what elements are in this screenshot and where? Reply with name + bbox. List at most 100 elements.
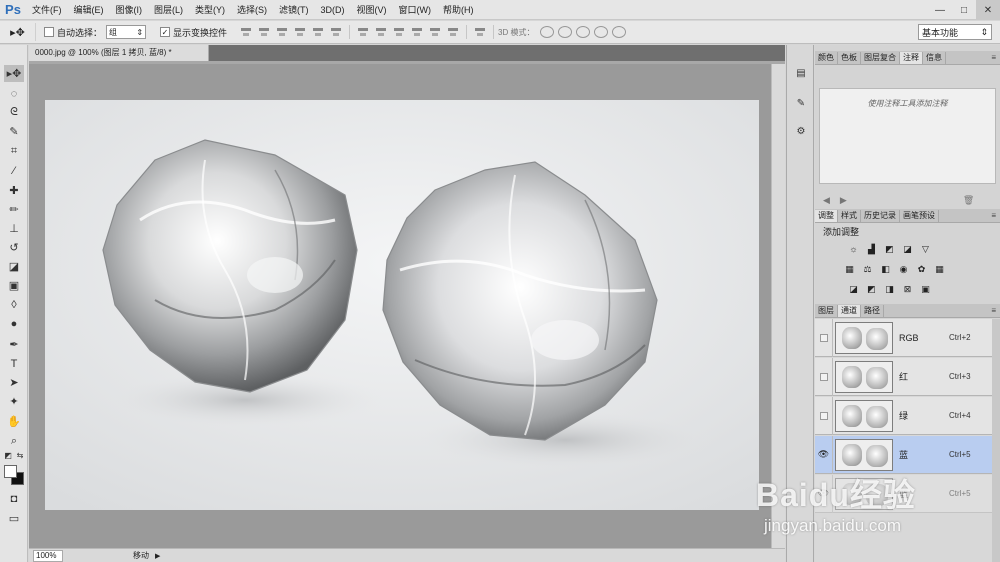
tab-layer-comps[interactable]: 图层复合 [861,52,900,64]
distribute-top-icon[interactable] [356,26,370,38]
distribute-right-icon[interactable] [446,26,460,38]
tab-layers[interactable]: 图层 [815,305,838,317]
brightness-contrast-icon[interactable]: ☼ [847,243,860,255]
posterize-icon[interactable]: ◩ [865,283,878,295]
eyedropper-tool-icon[interactable]: ⁄ [4,162,24,179]
menu-3d[interactable]: 3D(D) [315,5,351,15]
clone-stamp-tool-icon[interactable]: ⊥ [4,220,24,237]
align-hcenter-icon[interactable] [311,26,325,38]
delete-note-icon[interactable]: 🗑 [963,195,974,206]
exposure-icon[interactable]: ◪ [901,243,914,255]
close-button[interactable]: ✕ [976,0,1000,20]
distribute-left-icon[interactable] [410,26,424,38]
eraser-tool-icon[interactable]: ◪ [4,258,24,275]
auto-select-dropdown[interactable]: 组 ⇕ [106,25,147,39]
tab-info[interactable]: 信息 [923,52,946,64]
panel-menu-icon[interactable]: ≡ [991,53,996,62]
next-note-icon[interactable]: ▶ [840,195,847,206]
status-menu-arrow-icon[interactable]: ▶ [155,552,160,560]
visibility-toggle[interactable]: 👁 [815,435,833,474]
workspace-dropdown[interactable]: 基本功能 ⇕ [918,24,992,40]
panel-menu-icon[interactable]: ≡ [991,306,996,315]
gradient-map-icon[interactable]: ▣ [919,283,932,295]
default-colors-icon[interactable]: ◩ [2,449,14,461]
hue-saturation-icon[interactable]: ▦ [843,263,856,275]
gradient-tool-icon[interactable]: ▣ [4,277,24,294]
vibrance-icon[interactable]: ▽ [919,243,932,255]
distribute-bottom-icon[interactable] [392,26,406,38]
menu-window[interactable]: 窗口(W) [393,3,438,16]
tab-styles[interactable]: 样式 [838,210,861,222]
visibility-toggle[interactable] [815,318,833,357]
menu-select[interactable]: 选择(S) [231,3,273,16]
foreground-color-swatch[interactable] [4,465,17,478]
panel-menu-icon[interactable]: ≡ [991,211,996,220]
shape-tool-icon[interactable]: ✦ [4,393,24,410]
channels-scrollbar[interactable] [992,319,1000,562]
history-brush-tool-icon[interactable]: ↺ [4,239,24,256]
path-select-tool-icon[interactable]: ➤ [4,374,24,391]
roll-3d-icon[interactable] [558,26,573,38]
zoom-level-field[interactable]: 100% [33,549,63,562]
menu-layer[interactable]: 图层(L) [148,3,189,16]
tab-color[interactable]: 颜色 [815,52,838,64]
channel-mixer-icon[interactable]: ✿ [915,263,928,275]
tab-brush-presets[interactable]: 画笔预设 [900,210,939,222]
channel-row-rgb[interactable]: RGB Ctrl+2 [815,318,1000,357]
tab-adjustments[interactable]: 调整 [815,210,838,222]
menu-file[interactable]: 文件(F) [26,3,68,16]
prev-note-icon[interactable]: ◀ [823,195,830,206]
align-bottom-icon[interactable] [275,26,289,38]
menu-image[interactable]: 图像(I) [110,3,149,16]
properties-panel-icon[interactable]: ⚙ [791,121,811,141]
minimize-button[interactable]: — [928,0,952,20]
marquee-tool-icon[interactable]: ◌ [4,85,24,102]
show-transform-checkbox[interactable]: ✓ [160,27,171,37]
invert-icon[interactable]: ◪ [847,283,860,295]
brush-panel-icon[interactable]: ✎ [791,93,811,113]
scale-3d-icon[interactable] [612,26,627,38]
photo-filter-icon[interactable]: ◉ [897,263,910,275]
swap-colors-icon[interactable]: ⇆ [14,449,26,461]
move-tool-icon[interactable]: ▸✥ [4,65,24,82]
black-white-icon[interactable]: ◧ [879,263,892,275]
menu-view[interactable]: 视图(V) [351,3,393,16]
align-left-icon[interactable] [293,26,307,38]
color-balance-icon[interactable]: ⚖ [861,263,874,275]
brush-tool-icon[interactable]: ✏ [4,201,24,218]
quick-select-tool-icon[interactable]: ✎ [4,123,24,140]
channel-row-green[interactable]: 绿 Ctrl+4 [815,396,1000,435]
image-canvas[interactable] [45,100,759,510]
visibility-toggle[interactable] [815,396,833,435]
pen-tool-icon[interactable]: ✒ [4,336,24,353]
move-tool-preset-icon[interactable]: ▸✥ [0,23,36,41]
auto-align-icon[interactable] [473,26,487,38]
crop-tool-icon[interactable]: ⌗ [4,143,24,160]
healing-brush-tool-icon[interactable]: ✚ [4,182,24,199]
distribute-hcenter-icon[interactable] [428,26,442,38]
quick-mask-icon[interactable]: ◘ [4,490,24,507]
dodge-tool-icon[interactable]: ● [4,315,24,332]
menu-type[interactable]: 类型(Y) [189,3,231,16]
tab-channels[interactable]: 通道 [838,305,861,317]
distribute-vcenter-icon[interactable] [374,26,388,38]
align-right-icon[interactable] [329,26,343,38]
color-lookup-icon[interactable]: ▦ [933,263,946,275]
tab-swatches[interactable]: 色板 [838,52,861,64]
history-panel-icon[interactable]: ▤ [791,63,811,83]
menu-edit[interactable]: 编辑(E) [68,3,110,16]
rotate-3d-icon[interactable] [540,26,555,38]
maximize-button[interactable]: □ [952,0,976,20]
zoom-tool-icon[interactable]: ⌕ [4,433,24,450]
hand-tool-icon[interactable]: ✋ [4,413,24,430]
channel-row-red[interactable]: 红 Ctrl+3 [815,357,1000,396]
lasso-tool-icon[interactable]: ᘓ [4,104,24,121]
type-tool-icon[interactable]: T [4,355,24,372]
blur-tool-icon[interactable]: ◊ [4,296,24,313]
align-vcenter-icon[interactable] [257,26,271,38]
curves-icon[interactable]: ◩ [883,243,896,255]
selective-color-icon[interactable]: ⊠ [901,283,914,295]
align-top-icon[interactable] [239,26,253,38]
canvas-pasteboard[interactable] [29,64,771,548]
channel-row-blue[interactable]: 👁 蓝 Ctrl+5 [815,435,1000,474]
